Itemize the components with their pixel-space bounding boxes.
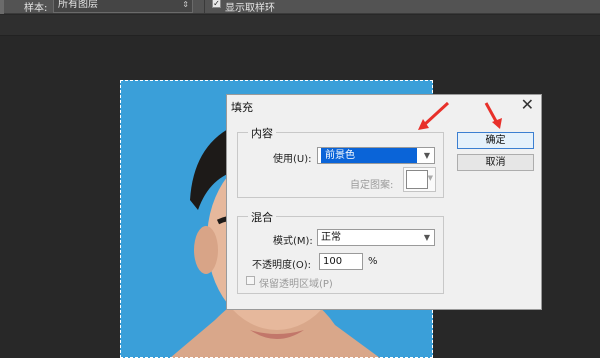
arrow-icon	[418, 101, 450, 130]
arrow-icon	[484, 102, 502, 129]
annotation-arrows	[418, 101, 502, 130]
